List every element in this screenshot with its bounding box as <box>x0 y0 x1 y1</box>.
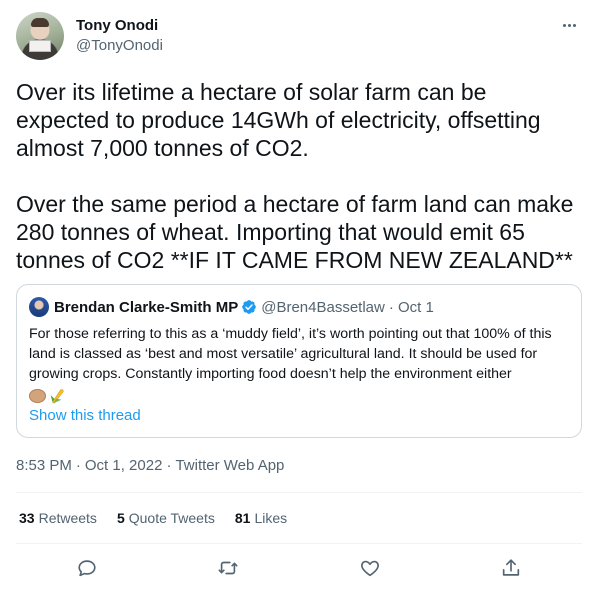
show-thread-link[interactable]: Show this thread <box>29 407 141 424</box>
quotes-label: Quote Tweets <box>128 510 215 526</box>
quoted-author-name: Brendan Clarke-Smith MP <box>54 298 239 316</box>
retweet-icon <box>218 561 238 575</box>
likes-count: 81 <box>234 510 251 526</box>
corn-emoji <box>50 389 64 404</box>
engagement-stats: 33 Retweets 5 Quote Tweets 81 Likes <box>19 510 287 526</box>
tweet-source[interactable]: Twitter Web App <box>175 457 284 474</box>
more-icon[interactable] <box>558 16 580 34</box>
like-button[interactable] <box>357 555 383 581</box>
meta-separator: · <box>166 457 172 474</box>
retweets-count: 33 <box>19 510 35 526</box>
author-handle[interactable]: @TonyOnodi <box>76 37 163 54</box>
quoted-emojis <box>29 386 66 406</box>
potato-emoji <box>29 389 46 403</box>
action-bar <box>16 551 582 585</box>
likes-stat[interactable]: 81 Likes <box>235 510 287 526</box>
quoted-author-avatar <box>29 297 49 317</box>
retweet-button[interactable] <box>215 555 241 581</box>
likes-label: Likes <box>254 510 288 526</box>
tweet-header: Tony Onodi @TonyOnodi <box>16 12 582 62</box>
tweet-metadata: 8:53 PM · Oct 1, 2022 · Twitter Web App <box>16 457 284 474</box>
tweet-text: Over its lifetime a hectare of solar far… <box>16 79 574 273</box>
quote-tweets-stat[interactable]: 5 Quote Tweets <box>117 510 215 526</box>
heart-icon <box>361 560 379 577</box>
quotes-count: 5 <box>116 510 125 526</box>
author-avatar[interactable] <box>16 12 64 60</box>
share-icon <box>502 559 520 576</box>
retweets-stat[interactable]: 33 Retweets <box>19 510 97 526</box>
quoted-tweet-text: For those referring to this as a ‘muddy … <box>29 326 552 382</box>
reply-icon <box>78 560 96 577</box>
quoted-tweet[interactable]: Brendan Clarke-Smith MP @Bren4Bassetlaw … <box>16 284 582 438</box>
meta-separator: · <box>75 457 81 474</box>
verified-badge-icon <box>242 300 257 314</box>
author-name[interactable]: Tony Onodi <box>76 17 158 34</box>
quoted-author-handle: @Bren4Bassetlaw <box>261 298 385 316</box>
share-button[interactable] <box>498 555 524 581</box>
quoted-tweet-header: Brendan Clarke-Smith MP @Bren4Bassetlaw … <box>29 297 434 317</box>
reply-button[interactable] <box>74 555 100 581</box>
divider <box>16 492 582 493</box>
retweets-label: Retweets <box>38 510 97 526</box>
tweet-time[interactable]: 8:53 PM <box>16 457 72 474</box>
quoted-date: · Oct 1 <box>388 298 434 316</box>
tweet-date[interactable]: Oct 1, 2022 <box>85 457 163 474</box>
divider <box>16 543 582 544</box>
